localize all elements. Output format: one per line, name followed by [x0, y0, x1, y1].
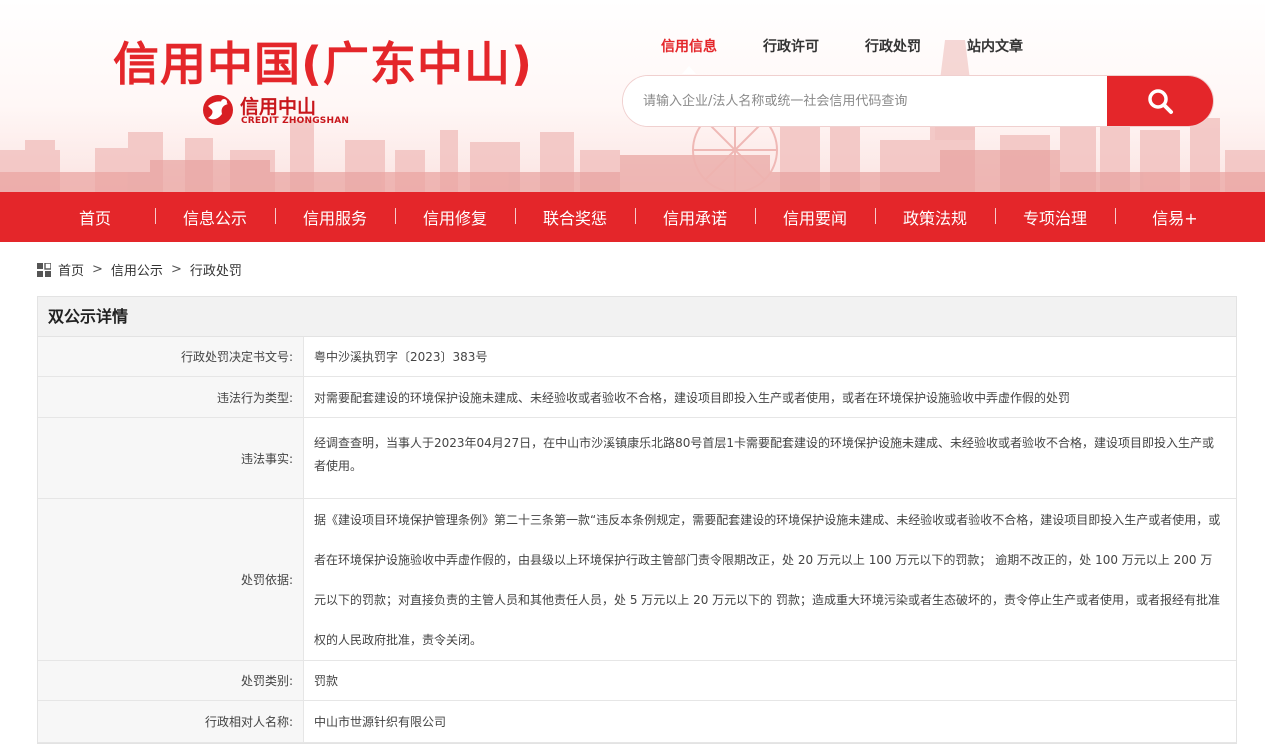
search-icon: [1148, 89, 1173, 114]
search-input[interactable]: [623, 76, 1107, 126]
main-nav-special-governance[interactable]: 专项治理: [995, 205, 1115, 229]
detail-panel: 双公示详情 行政处罚决定书文号: 粤中沙溪执罚字〔2023〕383号 违法行为类…: [37, 296, 1237, 744]
detail-label: 处罚类别:: [38, 661, 304, 700]
breadcrumb-separator: >: [170, 262, 182, 277]
top-nav-admin-penalty[interactable]: 行政处罚: [865, 36, 921, 56]
main-nav-policies[interactable]: 政策法规: [875, 205, 995, 229]
top-nav-credit-info[interactable]: 信用信息: [661, 36, 717, 74]
detail-label: 处罚依据:: [38, 499, 304, 660]
breadcrumb-home[interactable]: 首页: [58, 260, 84, 279]
site-title: 信用中国(广东中山): [113, 37, 534, 91]
detail-label: 行政相对人名称:: [38, 701, 304, 742]
top-nav: 信用信息 行政许可 行政处罚 站内文章: [661, 36, 1069, 74]
grid-icon: [37, 262, 51, 277]
detail-label: 违法行为类型:: [38, 377, 304, 417]
breadcrumb-admin-penalty[interactable]: 行政处罚: [190, 260, 242, 279]
breadcrumb-credit-publicity[interactable]: 信用公示: [111, 260, 163, 279]
main-nav-info-publicity[interactable]: 信息公示: [155, 205, 275, 229]
main-nav-credit-repair[interactable]: 信用修复: [395, 205, 515, 229]
search-bar: [623, 76, 1213, 126]
main-nav-home[interactable]: 首页: [35, 205, 155, 229]
detail-title: 双公示详情: [38, 297, 1236, 337]
main-nav-credit-commitment[interactable]: 信用承诺: [635, 205, 755, 229]
detail-row-violation-type: 违法行为类型: 对需要配套建设的环境保护设施未建成、未经验收或者验收不合格，建设…: [38, 377, 1236, 418]
logo-text-en: CREDIT ZHONGSHAN: [241, 116, 350, 126]
detail-value: 中山市世源针织有限公司: [314, 715, 447, 729]
detail-row-penalty-category: 处罚类别: 罚款: [38, 661, 1236, 701]
breadcrumb-separator: >: [92, 262, 103, 277]
main-nav-credit-news[interactable]: 信用要闻: [755, 205, 875, 229]
detail-row-violation-facts: 违法事实: 经调查查明，当事人于2023年04月27日，在中山市沙溪镇康乐北路8…: [38, 418, 1236, 499]
detail-value: 经调查查明，当事人于2023年04月27日，在中山市沙溪镇康乐北路80号首层1卡…: [314, 436, 1214, 473]
detail-row-decision-number: 行政处罚决定书文号: 粤中沙溪执罚字〔2023〕383号: [38, 337, 1236, 377]
detail-value: 对需要配套建设的环境保护设施未建成、未经验收或者验收不合格，建设项目即投入生产或…: [314, 390, 1071, 405]
detail-label: 违法事实:: [38, 418, 304, 498]
breadcrumb: 首页 > 信用公示 > 行政处罚: [37, 260, 242, 279]
main-nav-xinyi-plus[interactable]: 信易+: [1115, 205, 1235, 229]
detail-row-counterparty-name: 行政相对人名称: 中山市世源针织有限公司: [38, 701, 1236, 743]
main-nav-credit-service[interactable]: 信用服务: [275, 205, 395, 229]
detail-row-penalty-basis: 处罚依据: 据《建设项目环境保护管理条例》第二十三条第一款“违反本条例规定，需要…: [38, 499, 1236, 661]
main-nav: 首页 信息公示 信用服务 信用修复 联合奖惩 信用承诺 信用要闻 政策法规 专项…: [0, 192, 1265, 242]
detail-label: 行政处罚决定书文号:: [38, 337, 304, 376]
detail-value: 粤中沙溪执罚字〔2023〕383号: [314, 350, 488, 364]
top-nav-site-articles[interactable]: 站内文章: [967, 36, 1023, 56]
search-button[interactable]: [1107, 76, 1213, 126]
detail-value: 罚款: [314, 674, 339, 688]
detail-value: 据《建设项目环境保护管理条例》第二十三条第一款“违反本条例规定，需要配套建设的环…: [314, 513, 1221, 647]
site-logo[interactable]: 信用中山 CREDIT ZHONGSHAN: [200, 92, 370, 132]
top-nav-admin-license[interactable]: 行政许可: [763, 36, 819, 56]
logo-mark-icon: [203, 95, 233, 125]
site-header: 信用中国(广东中山) 信用中山 CREDIT ZHONGSHAN 信用信息 行政…: [0, 0, 1265, 192]
main-nav-joint-reward-punishment[interactable]: 联合奖惩: [515, 205, 635, 229]
logo-text-cn: 信用中山: [240, 96, 317, 118]
